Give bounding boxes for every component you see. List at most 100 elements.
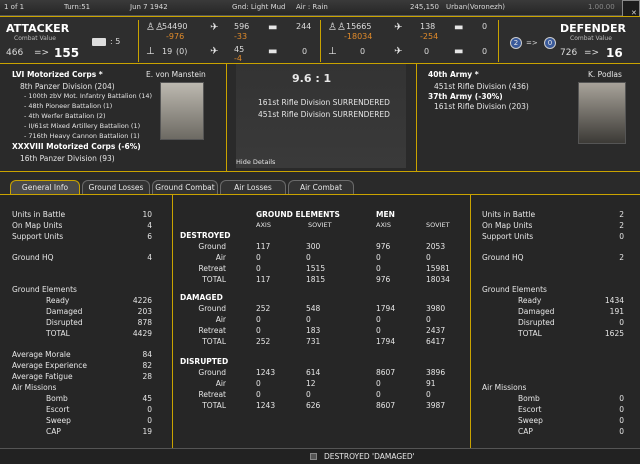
def-aircraft-icon-2: ✈	[394, 46, 403, 57]
time-readout: 1.00.00	[588, 3, 615, 11]
defender-guns: 0	[360, 47, 366, 56]
att-hq-label: Ground HQ	[12, 253, 54, 262]
defender-air: 138	[420, 22, 436, 31]
destroyed-cell: 18034	[426, 275, 450, 284]
disrupted-cell: 614	[306, 368, 321, 377]
damaged-cell: 0	[256, 315, 261, 324]
aircraft-icon-2: ✈	[210, 46, 219, 57]
damaged-cell: 0	[376, 326, 381, 335]
army1: 40th Army *	[428, 70, 479, 79]
div2: 16th Panzer Division (93)	[20, 154, 115, 163]
defender-air2: 0	[424, 47, 430, 56]
destroyed-cell: 2053	[426, 242, 446, 251]
attacker-air2: 45	[234, 45, 245, 54]
ge-axis: AXIS	[256, 221, 271, 229]
defender-tanks: 0	[482, 22, 488, 31]
def-tank-icon: ▬	[454, 22, 464, 33]
damaged-cell: 1794	[376, 304, 396, 313]
disrupted-rowlabel: Air	[215, 379, 226, 388]
tab-air-combat[interactable]: Air Combat	[288, 180, 354, 194]
disrupted-cell: 1243	[256, 401, 276, 410]
def-damaged-label: Damaged	[518, 307, 555, 316]
odds-ratio: 9.6 : 1	[292, 72, 332, 85]
top-bar: 1 of 1 Turn:51 Jun 7 1942 Gnd: Light Mud…	[0, 0, 640, 20]
att-units-label: Units in Battle	[12, 210, 66, 219]
defender-men: 15665	[346, 22, 372, 31]
disrupted-heading: DISRUPTED	[180, 357, 229, 366]
att-cap-val: 19	[142, 427, 152, 436]
tab-air-losses[interactable]: Air Losses	[220, 180, 286, 194]
disrupted-cell: 0	[256, 390, 261, 399]
def-ready-val: 1434	[604, 296, 624, 305]
damaged-cell: 0	[426, 315, 431, 324]
damaged-cell: 252	[256, 337, 271, 346]
def-air-missions-label: Air Missions	[482, 383, 527, 392]
att-air-missions-label: Air Missions	[12, 383, 57, 392]
manstein-portrait	[160, 82, 204, 140]
def-support-label: Support Units	[482, 232, 534, 241]
att-damaged-label: Damaged	[46, 307, 83, 316]
surrender-msg-1: 161st Rifle Division SURRENDERED	[258, 98, 390, 107]
def-tank-icon-2: ▬	[454, 46, 464, 57]
att-support-val: 6	[147, 232, 152, 241]
destroyed-cell: 300	[306, 242, 321, 251]
defender-badge-arrow: =>	[526, 39, 538, 47]
hq-icon	[92, 38, 106, 46]
attacker-guns: 19	[162, 47, 173, 56]
disrupted-cell: 626	[306, 401, 321, 410]
att-disrupted-val: 878	[137, 318, 152, 327]
destroyed-rowlabel: Ground	[198, 242, 226, 251]
destroyed-damaged-checkbox[interactable]	[310, 453, 317, 460]
def-cap-val: 0	[619, 427, 624, 436]
disrupted-cell: 0	[376, 379, 381, 388]
attacker-air: 596	[234, 22, 250, 31]
att-support-label: Support Units	[12, 232, 64, 241]
defender-air-loss: -254	[420, 32, 439, 41]
destroyed-cell: 0	[426, 253, 431, 262]
damaged-cell: 2437	[426, 326, 446, 335]
att-cap-label: CAP	[46, 427, 61, 436]
destroyed-cell: 15981	[426, 264, 450, 273]
surrender-msg-2: 451st Rifle Division SURRENDERED	[258, 110, 390, 119]
tank-icon: ▬	[268, 22, 278, 33]
damaged-rowlabel: TOTAL	[202, 337, 226, 346]
att-escort-val: 0	[147, 405, 152, 414]
tab-bar: General Info Ground Losses Ground Combat…	[0, 178, 640, 195]
defender-badge-b: 0	[544, 37, 556, 49]
aircraft-icon: ✈	[210, 22, 219, 33]
gun-icon: ⊥	[146, 46, 155, 57]
def-total-val: 1625	[604, 329, 624, 338]
unit-3: - II/61st Mixed Artillery Battalion (1)	[24, 122, 141, 130]
turn-label: Turn:51	[64, 3, 91, 11]
tank-icon-2: ▬	[268, 46, 278, 57]
attacker-label: ATTACKER	[6, 22, 70, 35]
ground-elements-heading: GROUND ELEMENTS	[256, 210, 340, 219]
disrupted-cell: 8607	[376, 401, 396, 410]
tab-ground-combat[interactable]: Ground Combat	[152, 180, 218, 194]
defender-men-loss: -18034	[344, 32, 373, 41]
disrupted-cell: 1243	[256, 368, 276, 377]
def-ge-label: Ground Elements	[482, 285, 547, 294]
disrupted-cell: 3987	[426, 401, 446, 410]
unit-1: - 48th Pioneer Battalion (1)	[24, 102, 113, 110]
hex-coord: 245,150	[410, 3, 439, 11]
tab-general-info[interactable]: General Info	[10, 180, 80, 194]
att-commander: E. von Manstein	[146, 70, 206, 79]
damaged-cell: 183	[306, 326, 321, 335]
def-commander: K. Podlas	[588, 70, 622, 79]
destroyed-cell: 976	[376, 275, 391, 284]
tab-ground-losses[interactable]: Ground Losses	[82, 180, 150, 194]
att-hq-val: 4	[147, 253, 152, 262]
disrupted-rowlabel: Ground	[198, 368, 226, 377]
att-total-label: TOTAL	[46, 329, 70, 338]
disrupted-cell: 0	[376, 390, 381, 399]
destroyed-cell: 0	[256, 264, 261, 273]
damaged-cell: 1794	[376, 337, 396, 346]
def-hq-label: Ground HQ	[482, 253, 524, 262]
corps2: XXXVIII Motorized Corps (-6%)	[12, 142, 141, 151]
attacker-guns-loss: (0)	[176, 47, 188, 56]
disrupted-cell: 3896	[426, 368, 446, 377]
damaged-heading: DAMAGED	[180, 293, 223, 302]
hide-details-button[interactable]: Hide Details	[236, 158, 275, 166]
destroyed-cell: 0	[376, 253, 381, 262]
